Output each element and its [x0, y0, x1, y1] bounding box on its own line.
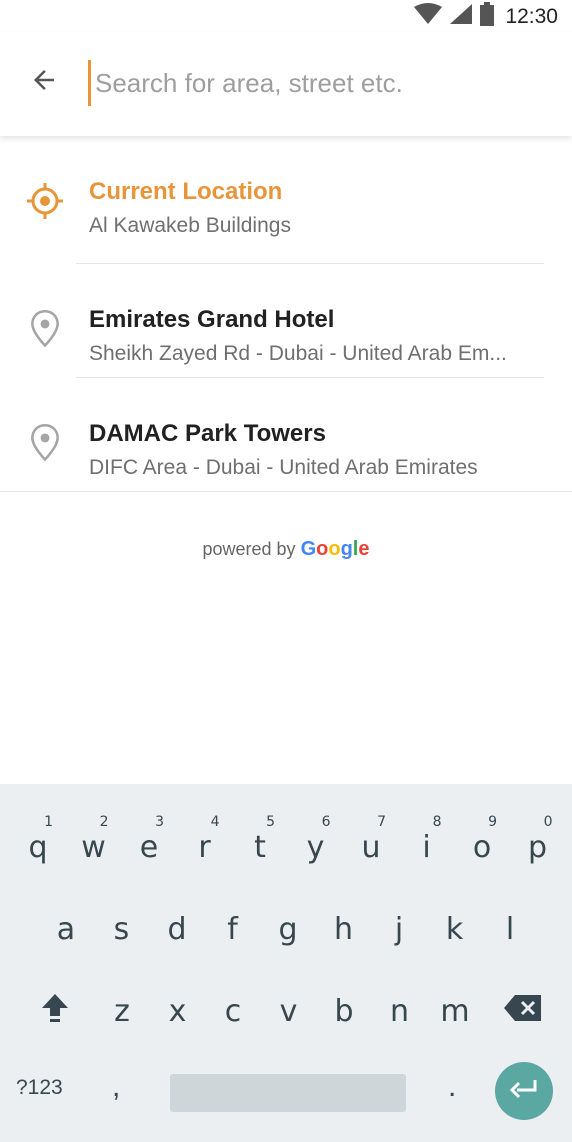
battery-icon [479, 2, 495, 31]
key-b[interactable]: b [317, 976, 371, 1046]
key-x[interactable]: x [151, 976, 205, 1046]
key-letter: t [254, 829, 266, 865]
key-k[interactable]: k [428, 894, 482, 964]
back-button[interactable] [22, 60, 66, 104]
list-item-current-location[interactable]: Current Location Al Kawakeb Buildings [0, 136, 572, 264]
key-t[interactable]: 5t [233, 812, 287, 882]
symbols-key[interactable]: ?123 [16, 1076, 63, 1100]
key-number-hint: 9 [488, 814, 497, 830]
key-number-hint: 8 [432, 814, 442, 830]
period-key[interactable]: . [448, 1070, 456, 1104]
signal-icon [449, 3, 473, 30]
result-subtitle: DIFC Area - Dubai - United Arab Emirates [89, 456, 478, 479]
key-number-hint: 4 [210, 814, 220, 830]
search-header [0, 32, 572, 136]
status-time: 12:30 [505, 4, 558, 28]
wifi-icon [413, 3, 443, 30]
result-subtitle: Al Kawakeb Buildings [89, 214, 291, 237]
shift-key[interactable] [30, 990, 80, 1030]
key-letter: e [139, 829, 159, 865]
space-key[interactable] [170, 1074, 406, 1112]
key-f[interactable]: f [206, 894, 260, 964]
key-letter: u [361, 829, 381, 865]
key-r[interactable]: 4r [178, 812, 232, 882]
key-number-hint: 3 [155, 814, 164, 830]
key-y[interactable]: 6y [289, 812, 343, 882]
google-attribution: powered by Google [0, 538, 572, 561]
key-m[interactable]: m [428, 976, 482, 1046]
key-i[interactable]: 8i [400, 812, 454, 882]
key-h[interactable]: h [317, 894, 371, 964]
key-v[interactable]: v [262, 976, 316, 1046]
backspace-key[interactable] [498, 990, 548, 1030]
arrow-back-icon [29, 65, 59, 100]
key-letter: w [81, 829, 106, 865]
key-letter: i [422, 829, 431, 865]
key-j[interactable]: j [372, 894, 426, 964]
key-d[interactable]: d [150, 894, 204, 964]
key-c[interactable]: c [206, 976, 260, 1046]
location-pin-icon [24, 422, 66, 464]
key-p[interactable]: 0p [511, 812, 565, 882]
key-a[interactable]: a [39, 894, 93, 964]
key-o[interactable]: 9o [455, 812, 509, 882]
location-pin-icon [24, 308, 66, 350]
divider [0, 491, 572, 492]
key-number-hint: 0 [543, 814, 553, 830]
key-letter: y [306, 829, 325, 865]
result-subtitle: Sheikh Zayed Rd - Dubai - United Arab Em… [89, 342, 507, 365]
key-letter: o [472, 829, 492, 865]
list-item-damac-park-towers[interactable]: DAMAC Park Towers DIFC Area - Dubai - Un… [0, 378, 572, 492]
soft-keyboard: 1q2w3e4r5t6y7u8i9o0p asdfghjkl zxcvbnm ?… [0, 784, 572, 1142]
result-title: Emirates Grand Hotel [89, 306, 335, 333]
google-logo: Google [300, 538, 370, 560]
key-number-hint: 5 [266, 814, 275, 830]
key-w[interactable]: 2w [67, 812, 121, 882]
shift-icon [40, 992, 70, 1029]
key-s[interactable]: s [95, 894, 149, 964]
key-letter: r [198, 829, 211, 865]
key-letter: q [28, 829, 48, 865]
enter-icon [509, 1078, 539, 1105]
key-number-hint: 2 [99, 814, 109, 830]
key-letter: p [527, 829, 548, 865]
backspace-icon [503, 994, 543, 1027]
key-e[interactable]: 3e [122, 812, 176, 882]
search-input[interactable] [88, 60, 557, 106]
key-q[interactable]: 1q [11, 812, 65, 882]
key-u[interactable]: 7u [344, 812, 398, 882]
key-number-hint: 7 [377, 814, 386, 830]
enter-key[interactable] [495, 1062, 553, 1120]
comma-key[interactable]: , [112, 1070, 120, 1104]
status-bar: 12:30 [0, 0, 572, 32]
results-list: Current Location Al Kawakeb Buildings Em… [0, 136, 572, 492]
list-item-emirates-grand-hotel[interactable]: Emirates Grand Hotel Sheikh Zayed Rd - D… [0, 264, 572, 378]
attribution-prefix: powered by [202, 539, 296, 559]
result-title: Current Location [89, 178, 283, 205]
key-z[interactable]: z [95, 976, 149, 1046]
key-l[interactable]: l [483, 894, 537, 964]
key-number-hint: 1 [44, 814, 53, 830]
key-g[interactable]: g [261, 894, 315, 964]
key-number-hint: 6 [321, 814, 331, 830]
crosshair-icon [24, 180, 66, 222]
result-title: DAMAC Park Towers [89, 420, 326, 447]
key-n[interactable]: n [373, 976, 427, 1046]
